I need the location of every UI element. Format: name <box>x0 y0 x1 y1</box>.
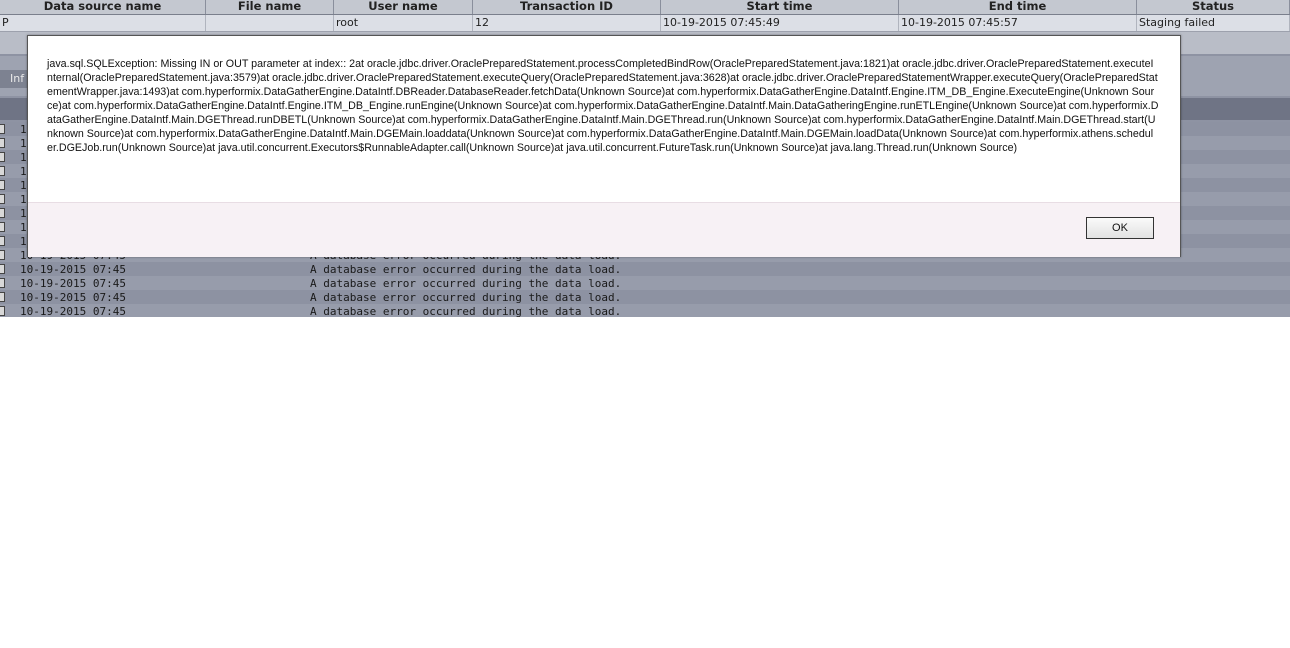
col-header-user-name[interactable]: User name <box>334 0 473 14</box>
row-checkbox[interactable] <box>0 166 5 176</box>
list-item[interactable]: 10-19-2015 07:45 A database error occurre… <box>0 290 1290 304</box>
log-time: 1 <box>20 178 27 192</box>
log-time: 1 <box>20 192 27 206</box>
error-message: java.sql.SQLException: Missing IN or OUT… <box>47 58 1159 154</box>
ok-button[interactable]: OK <box>1086 217 1154 239</box>
row-checkbox[interactable] <box>0 306 5 316</box>
log-time: 10-19-2015 07:45 <box>20 276 126 290</box>
log-time: 10-19-2015 07:45 <box>20 262 126 276</box>
cell-file-name <box>206 15 334 31</box>
list-item[interactable]: 10-19-2015 07:45 A database error occurre… <box>0 304 1290 317</box>
row-checkbox[interactable] <box>0 124 5 134</box>
table-row[interactable]: P root 12 10-19-2015 07:45:49 10-19-2015… <box>0 15 1290 32</box>
log-time: 1 <box>20 206 27 220</box>
log-message: A database error occurred during the dat… <box>310 290 622 304</box>
col-header-end-time[interactable]: End time <box>899 0 1137 14</box>
log-time: 1 <box>20 150 27 164</box>
cell-end-time: 10-19-2015 07:45:57 <box>899 15 1137 31</box>
log-time: 1 <box>20 234 27 248</box>
col-header-file-name[interactable]: File name <box>206 0 334 14</box>
log-time: 10-19-2015 07:45 <box>20 290 126 304</box>
cell-transaction-id: 12 <box>473 15 661 31</box>
tab-info[interactable]: Inf <box>0 70 30 88</box>
error-dialog: java.sql.SQLException: Missing IN or OUT… <box>27 35 1181 257</box>
col-header-status[interactable]: Status <box>1137 0 1290 14</box>
log-time: 1 <box>20 122 27 136</box>
row-checkbox[interactable] <box>0 194 5 204</box>
row-checkbox[interactable] <box>0 264 5 274</box>
row-checkbox[interactable] <box>0 152 5 162</box>
row-checkbox[interactable] <box>0 222 5 232</box>
col-header-data-source-name[interactable]: Data source name <box>0 0 206 14</box>
table-header: Data source name File name User name Tra… <box>0 0 1290 15</box>
cell-start-time: 10-19-2015 07:45:49 <box>661 15 899 31</box>
col-header-start-time[interactable]: Start time <box>661 0 899 14</box>
cell-status: Staging failed <box>1137 15 1290 31</box>
log-message: A database error occurred during the dat… <box>310 276 622 290</box>
col-header-transaction-id[interactable]: Transaction ID <box>473 0 661 14</box>
row-checkbox[interactable] <box>0 250 5 260</box>
row-checkbox[interactable] <box>0 292 5 302</box>
dialog-footer: OK <box>28 202 1180 257</box>
row-checkbox[interactable] <box>0 278 5 288</box>
log-message: A database error occurred during the dat… <box>310 304 622 318</box>
log-message: A database error occurred during the dat… <box>310 262 622 276</box>
log-time: 10-19-2015 07:45 <box>20 304 126 318</box>
row-checkbox[interactable] <box>0 236 5 246</box>
cell-user-name: root <box>334 15 473 31</box>
log-time: 1 <box>20 136 27 150</box>
cell-data-source: P <box>0 15 206 31</box>
row-checkbox[interactable] <box>0 208 5 218</box>
log-time: 1 <box>20 164 27 178</box>
row-checkbox[interactable] <box>0 138 5 148</box>
log-time: 1 <box>20 220 27 234</box>
list-item[interactable]: 10-19-2015 07:45 A database error occurre… <box>0 262 1290 276</box>
list-item[interactable]: 10-19-2015 07:45 A database error occurre… <box>0 276 1290 290</box>
row-checkbox[interactable] <box>0 180 5 190</box>
